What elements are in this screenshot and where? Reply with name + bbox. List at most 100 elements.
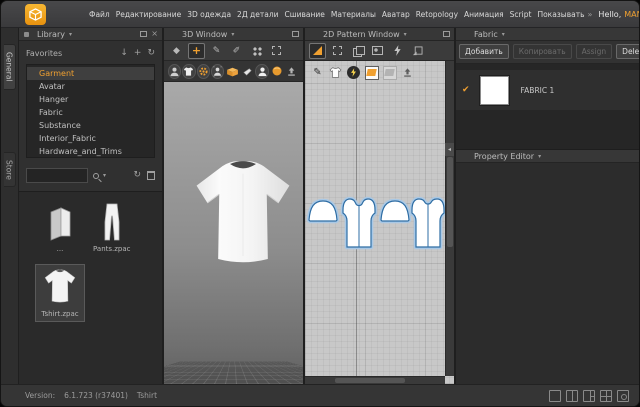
library-item-interior-fabric[interactable]: Interior_Fabric <box>27 132 154 145</box>
gem-render-icon[interactable]: ◆ <box>168 43 185 59</box>
viewport-3d-canvas[interactable] <box>164 82 303 384</box>
layout-quad-icon[interactable] <box>600 390 612 402</box>
pin-ball-icon[interactable] <box>270 64 284 79</box>
property-editor-header[interactable]: Property Editor <box>456 150 640 163</box>
float-panel-icon[interactable] <box>292 31 299 37</box>
chevron-down-icon[interactable] <box>538 153 541 160</box>
library-item-avatar[interactable]: Avatar <box>27 80 154 93</box>
layout-camera-icon[interactable] <box>617 390 629 402</box>
panel-collapse-arrow[interactable]: ◂ <box>445 143 454 156</box>
avatar-pose-icon[interactable] <box>168 64 181 79</box>
refresh-browser-icon[interactable]: ↻ <box>133 171 141 180</box>
edit-stitch-icon[interactable]: ✎ <box>310 65 325 80</box>
lightning-icon[interactable] <box>389 43 406 59</box>
menu-2d-pattern[interactable]: 2Д детали <box>234 10 281 19</box>
search-input[interactable] <box>26 168 88 183</box>
horizontal-scrollbar[interactable] <box>305 376 445 384</box>
chevron-down-icon[interactable] <box>404 31 407 38</box>
scrollbar-thumb[interactable] <box>447 157 453 247</box>
menu-retopology[interactable]: Retopology <box>413 10 461 19</box>
pattern-sleeve-left[interactable] <box>309 201 337 221</box>
delete-icon[interactable] <box>147 171 155 180</box>
show-hide-icon[interactable] <box>285 64 298 79</box>
file-label: ... <box>57 245 64 253</box>
menu-3d-garment[interactable]: 3D одежда <box>184 10 234 19</box>
main-body: General Store Library Favorites ↓ + ↻ <box>1 28 639 384</box>
library-item-garment[interactable]: Garment <box>27 67 154 80</box>
refresh-icon[interactable]: ↻ <box>147 49 155 58</box>
dock-pin-icon[interactable] <box>24 32 29 37</box>
rail-tab-store[interactable]: Store <box>4 152 16 188</box>
texture-image-icon[interactable] <box>369 43 386 59</box>
checkmark-icon[interactable] <box>462 85 470 95</box>
menu-animation[interactable]: Анимация <box>461 10 507 19</box>
float-panel-icon[interactable] <box>443 31 450 37</box>
pattern-pieces[interactable] <box>305 61 454 384</box>
viewport-2d-header[interactable]: 2D Pattern Window <box>305 28 454 41</box>
cloth-small-icon[interactable] <box>241 64 254 79</box>
vertical-scrollbar[interactable] <box>445 61 454 376</box>
fabric-view-selected-icon[interactable] <box>364 65 379 80</box>
fabric-swatch[interactable] <box>480 76 509 105</box>
menu-script[interactable]: Script <box>507 10 535 19</box>
layout-sidebar-icon[interactable] <box>583 390 595 402</box>
float-panel-icon[interactable] <box>140 31 147 37</box>
box-select-2d-icon[interactable] <box>329 43 346 59</box>
garment-preview-icon[interactable] <box>328 65 343 80</box>
viewport-3d-header[interactable]: 3D Window <box>164 28 303 41</box>
fabric-row[interactable]: FABRIC 1 <box>456 70 640 110</box>
garment-3d-tshirt[interactable] <box>189 158 297 278</box>
layout-single-icon[interactable] <box>549 390 561 402</box>
simulate-icon[interactable] <box>197 64 210 79</box>
property-editor-body <box>456 163 640 384</box>
library-item-hardware-and-trims[interactable]: Hardware_and_Trims <box>27 145 154 158</box>
chevron-down-icon[interactable] <box>69 31 72 38</box>
avatar-display-icon[interactable] <box>211 64 224 79</box>
library-item-substance[interactable]: Substance <box>27 119 154 132</box>
fabric-panel-header[interactable]: Fabric <box>456 28 640 41</box>
edit-pattern-tool-icon[interactable]: ✎ <box>208 43 225 59</box>
search-options-caret-icon[interactable] <box>103 172 106 179</box>
avatar-silhouette-icon[interactable] <box>255 64 268 79</box>
transform-pattern-tool-selected[interactable] <box>309 43 326 59</box>
close-panel-icon[interactable] <box>151 31 158 37</box>
download-icon[interactable]: ↓ <box>120 49 128 58</box>
library-item-fabric[interactable]: Fabric <box>27 106 154 119</box>
fabric-folded-icon[interactable] <box>225 64 240 79</box>
menu-edit[interactable]: Редактирование <box>113 10 184 19</box>
chevron-down-icon[interactable] <box>231 31 234 38</box>
delete-unused-button[interactable]: Delete Unused <box>616 44 640 59</box>
menu-materials[interactable]: Материалы <box>328 10 379 19</box>
menu-file[interactable]: Файл <box>86 10 113 19</box>
garment-display-icon[interactable] <box>182 64 195 79</box>
layout-split-icon[interactable] <box>566 390 578 402</box>
search-icon[interactable] <box>93 173 99 179</box>
add-favorite-icon[interactable]: + <box>134 49 142 58</box>
chevron-down-icon[interactable] <box>502 31 505 38</box>
menu-sewing[interactable]: Сшивание <box>282 10 328 19</box>
edit-curve-tool-icon[interactable]: ✐ <box>228 43 245 59</box>
gizmo-tool-icon[interactable] <box>248 43 265 59</box>
file-folder-up[interactable]: ... <box>45 206 75 253</box>
flash-badge-icon[interactable] <box>346 65 361 80</box>
file-tshirt-selected[interactable]: Tshirt.zpac <box>35 264 85 322</box>
pattern-body-front[interactable] <box>343 199 375 247</box>
collapse-chevron-icon[interactable] <box>588 10 593 19</box>
import-pattern-icon[interactable] <box>400 65 415 80</box>
pattern-sleeve-right[interactable] <box>381 201 409 221</box>
pattern-body-back[interactable] <box>412 199 444 247</box>
paste-pattern-icon[interactable] <box>409 43 426 59</box>
menu-avatar[interactable]: Аватар <box>379 10 413 19</box>
box-select-tool-icon[interactable] <box>268 43 285 59</box>
move-tool-selected[interactable]: + <box>188 43 205 59</box>
library-item-hanger[interactable]: Hanger <box>27 93 154 106</box>
scrollbar-thumb[interactable] <box>335 378 405 383</box>
rail-tab-general[interactable]: General <box>4 44 16 90</box>
pattern-stack-icon[interactable] <box>349 43 366 59</box>
add-fabric-button[interactable]: Добавить <box>459 44 509 59</box>
viewport-2d-canvas[interactable]: ✎ ◂ <box>305 61 454 384</box>
library-panel-header[interactable]: Library <box>19 28 162 41</box>
menu-display[interactable]: Показывать <box>534 10 587 19</box>
username-link[interactable]: MANSORY <box>624 10 640 19</box>
file-pants[interactable]: Pants.zpac <box>93 202 131 253</box>
